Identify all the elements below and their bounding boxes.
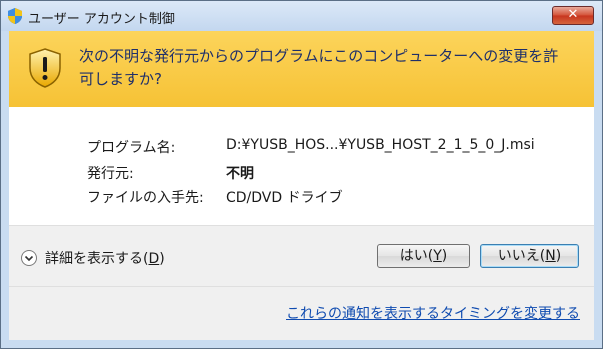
warning-line-2: 可しますか? [79,70,162,88]
program-name-value: D:¥YUSB_HOS...¥YUSB_HOST_2_1_5_0_J.msi [226,137,535,153]
show-details-toggle[interactable]: 詳細を表示する(D) [21,248,165,268]
file-source-row: ファイルの入手先: CD/DVD ドライブ [87,187,343,207]
file-source-value: CD/DVD ドライブ [226,190,343,206]
action-bar: 詳細を表示する(D) はい(Y) いいえ(N) [9,225,594,287]
program-name-label: プログラム名: [87,140,176,156]
program-name-row: プログラム名: D:¥YUSB_HOS...¥YUSB_HOST_2_1_5_0… [87,137,535,157]
warning-question: 次の不明な発行元からのプログラムにこのコンピューターへの変更を許 可しますか? [79,45,584,91]
uac-dialog: ユーザー アカウント制御 ✕ 次の不明な発行元からのプログラムにこのコンピュータ… [0,0,603,349]
dialog-content: 次の不明な発行元からのプログラムにこのコンピューターへの変更を許 可しますか? … [9,31,594,340]
warning-banner: 次の不明な発行元からのプログラムにこのコンピューターへの変更を許 可しますか? [9,31,594,107]
chevron-down-icon [21,250,37,266]
program-info: プログラム名: D:¥YUSB_HOS...¥YUSB_HOST_2_1_5_0… [9,107,594,225]
warning-line-1: 次の不明な発行元からのプログラムにこのコンピューターへの変更を許 [79,47,559,65]
publisher-value: 不明 [226,166,254,182]
warning-shield-icon [29,48,61,88]
title-bar: ユーザー アカウント制御 ✕ [1,1,602,31]
publisher-row: 発行元: 不明 [87,163,254,183]
close-button[interactable]: ✕ [552,6,594,25]
notification-settings-link[interactable]: これらの通知を表示するタイミングを変更する [286,303,580,323]
window-title: ユーザー アカウント制御 [28,12,175,27]
yes-button[interactable]: はい(Y) [377,244,470,268]
footer: これらの通知を表示するタイミングを変更する [9,287,594,340]
file-source-label: ファイルの入手先: [87,190,204,206]
show-details-label: 詳細を表示する(D) [45,251,165,267]
publisher-label: 発行元: [87,166,134,182]
no-button[interactable]: いいえ(N) [480,244,579,268]
uac-shield-icon [8,8,22,24]
